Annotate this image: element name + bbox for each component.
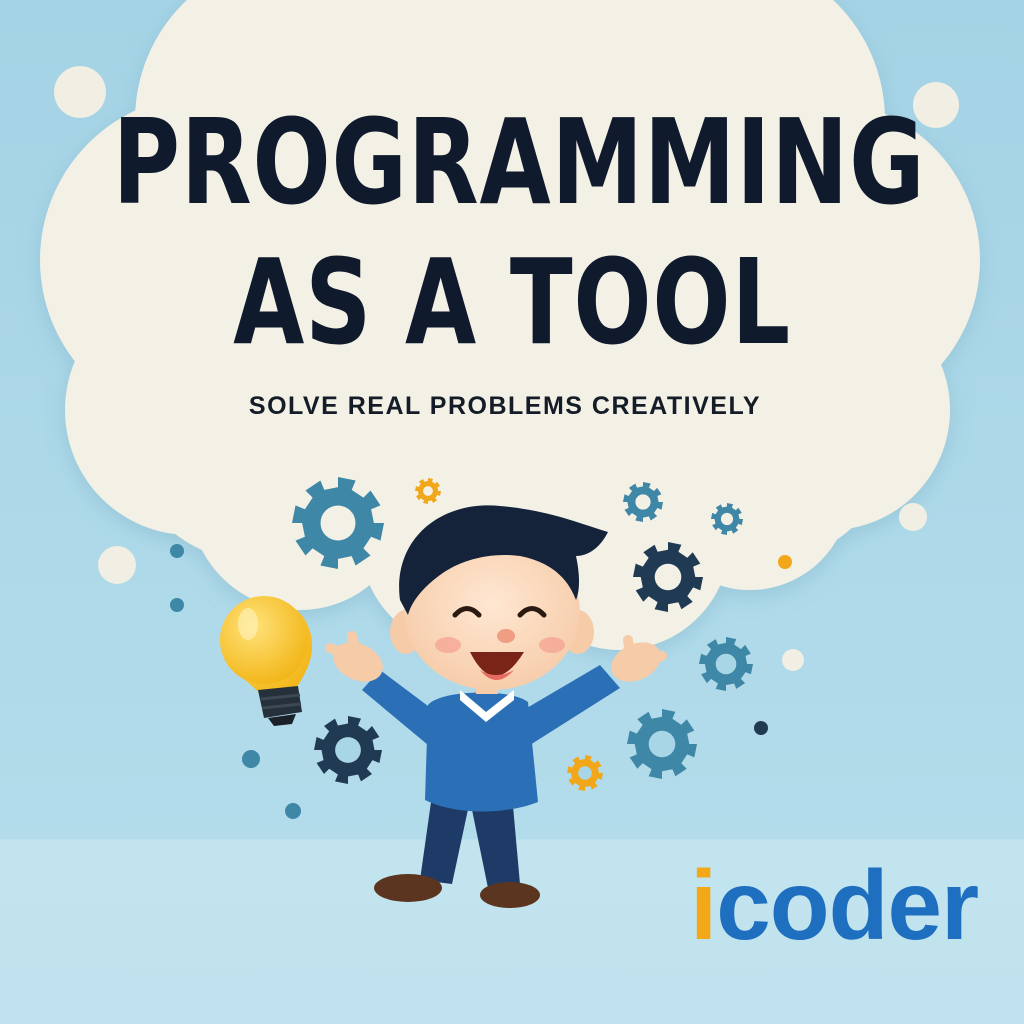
subtitle: SOLVE REAL PROBLEMS CREATIVELY xyxy=(248,392,762,420)
gear-icon xyxy=(711,503,743,535)
headline-line-2: AS A TOOL xyxy=(233,233,791,371)
gear-icon xyxy=(633,542,703,612)
gear-icon xyxy=(627,709,697,779)
headline-line-1: PROGRAMMING xyxy=(112,93,926,231)
logo-text: coder xyxy=(716,850,979,960)
icoder-logo: icoder xyxy=(690,850,979,960)
gear-icon xyxy=(314,716,382,784)
logo-letter-i: i xyxy=(690,850,717,960)
gear-icon xyxy=(699,637,753,691)
gear-icon xyxy=(415,478,441,504)
gear-icon xyxy=(567,755,603,791)
